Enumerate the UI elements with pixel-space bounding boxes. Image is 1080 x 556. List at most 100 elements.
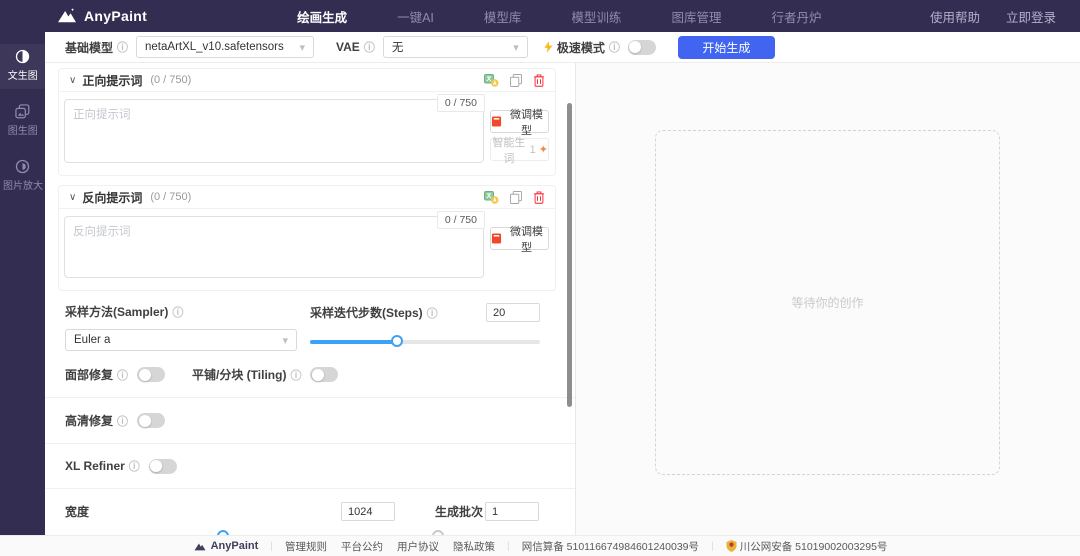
section-divider: [45, 488, 575, 489]
nav-item-one-click-ai[interactable]: 一键AI: [397, 7, 434, 26]
collapse-chevron-icon[interactable]: ∨: [69, 75, 76, 86]
image-upscale-icon: [15, 159, 30, 174]
finetune-model-label: 微调模型: [510, 225, 543, 254]
tiling-toggle[interactable]: [310, 367, 339, 382]
brand-logo[interactable]: AnyPaint: [56, 7, 147, 25]
negative-prompt-title: 反向提示词: [82, 190, 143, 205]
xl-refiner-label: XL Refiner: [65, 459, 125, 473]
parameters-panel: ∨ 正向提示词 (0 / 750) 0 / 750 正向提示词 微调模型 智能生…: [45, 63, 576, 535]
collapse-chevron-icon[interactable]: ∨: [69, 192, 76, 203]
slider-handle[interactable]: [391, 335, 404, 347]
negative-prompt-body: 0 / 750 微调模型: [59, 209, 555, 290]
finetune-model-button[interactable]: 微调模型: [490, 226, 549, 254]
toggle-knob: [138, 414, 151, 427]
steps-input[interactable]: [486, 303, 540, 322]
batch-count-input[interactable]: [485, 502, 539, 521]
footer-link-privacy[interactable]: 隐私政策: [453, 539, 495, 554]
steps-slider[interactable]: [310, 335, 540, 347]
nav-item-model-library[interactable]: 模型库: [484, 7, 522, 26]
copy-icon[interactable]: [510, 73, 522, 87]
delete-trash-icon[interactable]: [533, 190, 545, 204]
info-icon[interactable]: ⓘ: [364, 39, 375, 55]
negative-prompt-counter: (0 / 750): [150, 191, 192, 203]
hires-toggle[interactable]: [137, 413, 166, 428]
info-icon[interactable]: ⓘ: [117, 39, 128, 55]
tiling-label: 平铺/分块 (Tiling): [192, 368, 287, 382]
nav-item-gallery-management[interactable]: 图库管理: [671, 7, 721, 26]
sampler-section: 采样方法(Sampler) ⓘ Euler a ▾ 采样迭代步数(Steps) …: [45, 303, 575, 383]
info-icon[interactable]: ⓘ: [290, 367, 301, 383]
translate-icon[interactable]: [484, 190, 499, 204]
sidebar-item-image-upscale[interactable]: 图片放大: [0, 154, 45, 199]
footer-separator: |: [711, 540, 714, 552]
footer-link-agreement[interactable]: 用户协议: [397, 539, 439, 554]
width-label: 宽度: [65, 505, 90, 519]
base-model-select[interactable]: netaArtXL_v10.safetensors ▾: [136, 36, 315, 58]
left-sidebar: 文生图 图生图 图片放大: [0, 32, 45, 535]
positive-char-count-badge: 0 / 750: [436, 94, 485, 112]
brand-name: AnyPaint: [84, 8, 148, 24]
smart-word-count: 1: [529, 143, 536, 156]
footer-link-convention[interactable]: 平台公约: [341, 539, 383, 554]
empty-result-text: 等待你的创作: [791, 296, 864, 310]
face-restore-toggle[interactable]: [137, 367, 166, 382]
steps-label-group: 采样迭代步数(Steps) ⓘ: [310, 304, 438, 321]
scrollbar-thumb[interactable]: [567, 103, 572, 407]
slider-handle[interactable]: [217, 530, 230, 535]
info-icon[interactable]: ⓘ: [117, 413, 128, 429]
nav-right-group: 使用帮助 立即登录: [930, 7, 1056, 26]
turbo-mode-toggle[interactable]: [627, 39, 656, 55]
page-footer: AnyPaint | 管理规则 平台公约 用户协议 隐私政策 | 网信算备 51…: [0, 535, 1080, 556]
positive-prompt-input[interactable]: [64, 99, 484, 163]
vae-select[interactable]: 无 ▾: [382, 36, 528, 58]
face-restore-label: 面部修复: [65, 368, 114, 382]
sidebar-item-label: 图片放大: [2, 180, 43, 192]
finetune-model-button[interactable]: 微调模型: [490, 109, 549, 137]
nav-item-draw-generate[interactable]: 绘画生成: [297, 7, 347, 26]
swap-dimensions-icon[interactable]: ⇅: [395, 502, 435, 535]
width-slider[interactable]: [65, 530, 395, 535]
slider-handle[interactable]: [432, 530, 445, 535]
translate-icon[interactable]: [484, 73, 499, 87]
negative-prompt-input[interactable]: [64, 216, 484, 278]
lightning-icon: [544, 41, 553, 53]
toggle-knob: [150, 460, 163, 472]
sidebar-item-label: 图生图: [7, 125, 38, 137]
sampler-select[interactable]: Euler a ▾: [65, 329, 297, 351]
start-generate-button[interactable]: 开始生成: [677, 35, 775, 59]
positive-prompt-counter: (0 / 750): [150, 74, 192, 86]
info-icon[interactable]: ⓘ: [129, 458, 140, 474]
footer-link-rules[interactable]: 管理规则: [285, 539, 327, 554]
info-icon[interactable]: ⓘ: [427, 305, 438, 321]
nav-item-xingzhe-danlu[interactable]: 行者丹炉: [771, 7, 821, 26]
section-divider: [45, 443, 575, 444]
image-to-image-icon: [15, 104, 30, 119]
chevron-down-icon: ▾: [282, 334, 288, 347]
batch-count-slider[interactable]: [432, 530, 539, 535]
positive-prompt-header: ∨ 正向提示词 (0 / 750): [59, 69, 555, 92]
toggle-knob: [629, 41, 642, 53]
footer-links: 管理规则 平台公约 用户协议 隐私政策: [285, 539, 495, 554]
chevron-down-icon: ▾: [513, 41, 519, 54]
xl-refiner-toggle[interactable]: [148, 458, 177, 474]
width-input[interactable]: [341, 502, 395, 521]
steps-label: 采样迭代步数(Steps): [310, 306, 423, 320]
delete-trash-icon[interactable]: [533, 73, 545, 87]
help-link[interactable]: 使用帮助: [930, 7, 980, 26]
info-icon[interactable]: ⓘ: [172, 304, 183, 320]
police-badge-icon: [726, 540, 737, 552]
info-icon[interactable]: ⓘ: [609, 39, 620, 55]
turbo-mode-label: 极速模式: [556, 40, 605, 55]
copy-icon[interactable]: [510, 190, 522, 204]
base-model-label: 基础模型: [65, 40, 114, 55]
batch-count-label: 生成批次: [435, 505, 484, 519]
nav-item-model-training[interactable]: 模型训练: [571, 7, 621, 26]
login-link[interactable]: 立即登录: [1006, 7, 1056, 26]
sampler-label-group: 采样方法(Sampler) ⓘ: [65, 303, 310, 320]
model-toolbar: 基础模型 ⓘ netaArtXL_v10.safetensors ▾ VAE ⓘ…: [45, 32, 1080, 63]
info-icon[interactable]: ⓘ: [117, 367, 128, 383]
smart-word-button[interactable]: 智能生词 1 ✦: [490, 137, 549, 165]
sidebar-item-text-to-image[interactable]: 文生图: [0, 44, 45, 89]
base-model-value: netaArtXL_v10.safetensors: [145, 41, 284, 53]
sidebar-item-image-to-image[interactable]: 图生图: [0, 99, 45, 144]
